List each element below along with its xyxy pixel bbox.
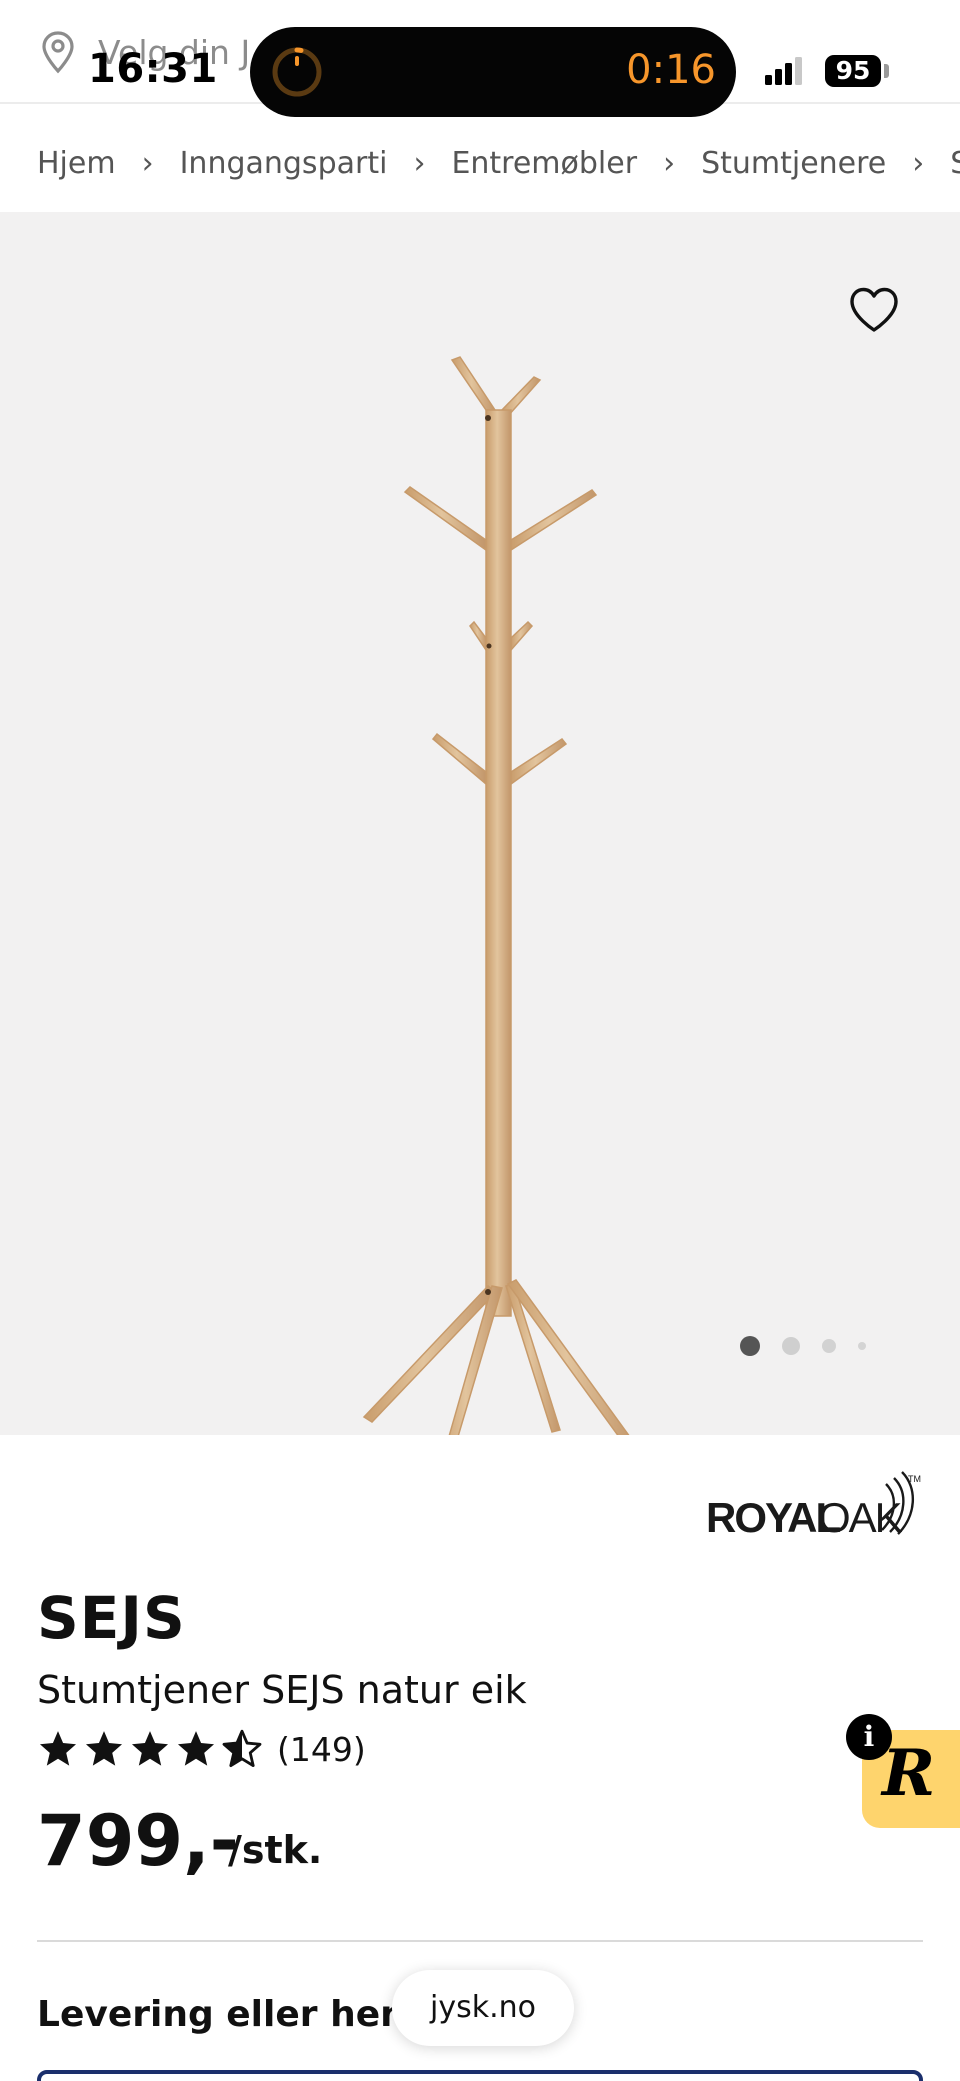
carousel-dot[interactable] xyxy=(822,1339,836,1353)
product-description: Stumtjener SEJS natur eik xyxy=(37,1668,527,1712)
section-divider xyxy=(37,1940,923,1942)
carousel-pagination[interactable] xyxy=(740,1336,866,1356)
carousel-dot[interactable] xyxy=(858,1342,866,1350)
product-name: SEJS xyxy=(37,1584,186,1652)
breadcrumb-item-hjem[interactable]: Hjem xyxy=(37,146,116,181)
coat-stand-image xyxy=(362,356,630,1435)
battery-tip xyxy=(884,64,889,78)
chevron-right-icon: › xyxy=(663,145,676,181)
rating-stars xyxy=(37,1728,263,1770)
info-icon[interactable]: i xyxy=(846,1714,892,1760)
live-activity-timer: 0:16 xyxy=(626,47,716,93)
price-unit: /stk. xyxy=(228,1828,323,1872)
reviews-widget-logo: R xyxy=(882,1736,936,1811)
review-count[interactable]: (149) xyxy=(277,1730,366,1769)
delivery-option-box[interactable] xyxy=(37,2070,923,2081)
star-filled-icon xyxy=(177,1731,215,1766)
svg-text:TM: TM xyxy=(908,1474,921,1484)
breadcrumb-item-inngangsparti[interactable]: Inngangsparti xyxy=(180,146,388,181)
product-rating[interactable]: (149) xyxy=(37,1728,366,1770)
heart-outline-icon[interactable] xyxy=(848,286,900,334)
cellular-signal-icon xyxy=(765,57,802,85)
star-filled-icon xyxy=(85,1731,123,1766)
breadcrumb-item-entremobler[interactable]: Entremøbler xyxy=(451,146,637,181)
chevron-right-icon: › xyxy=(141,145,154,181)
royal-oak-logo: ROYAL OAK TM xyxy=(706,1471,921,1540)
dynamic-island: 0:16 xyxy=(250,27,736,117)
carousel-dot[interactable] xyxy=(782,1337,800,1355)
carousel-dot[interactable] xyxy=(740,1336,760,1356)
product-price: 799,- xyxy=(37,1800,239,1882)
battery-indicator: 95 xyxy=(825,55,881,87)
breadcrumb: Hjem › Inngangsparti › Entremøbler › Stu… xyxy=(37,140,960,186)
breadcrumb-item-stum[interactable]: Stum xyxy=(950,146,960,181)
breadcrumb-item-stumtjenere[interactable]: Stumtjenere xyxy=(701,146,886,181)
star-filled-icon xyxy=(131,1731,169,1766)
chevron-right-icon: › xyxy=(413,145,426,181)
star-filled-icon xyxy=(39,1731,77,1766)
location-pin-icon xyxy=(42,31,74,74)
star-half-icon xyxy=(222,1729,262,1768)
browser-url-pill[interactable]: jysk.no xyxy=(392,1970,574,2046)
timer-ring-icon xyxy=(272,47,322,97)
top-bar: Velg din J 16:31 0:16 95 xyxy=(0,0,960,117)
status-time: 16:31 xyxy=(88,46,218,92)
product-image-gallery[interactable] xyxy=(0,212,960,1435)
chevron-right-icon: › xyxy=(912,145,925,181)
